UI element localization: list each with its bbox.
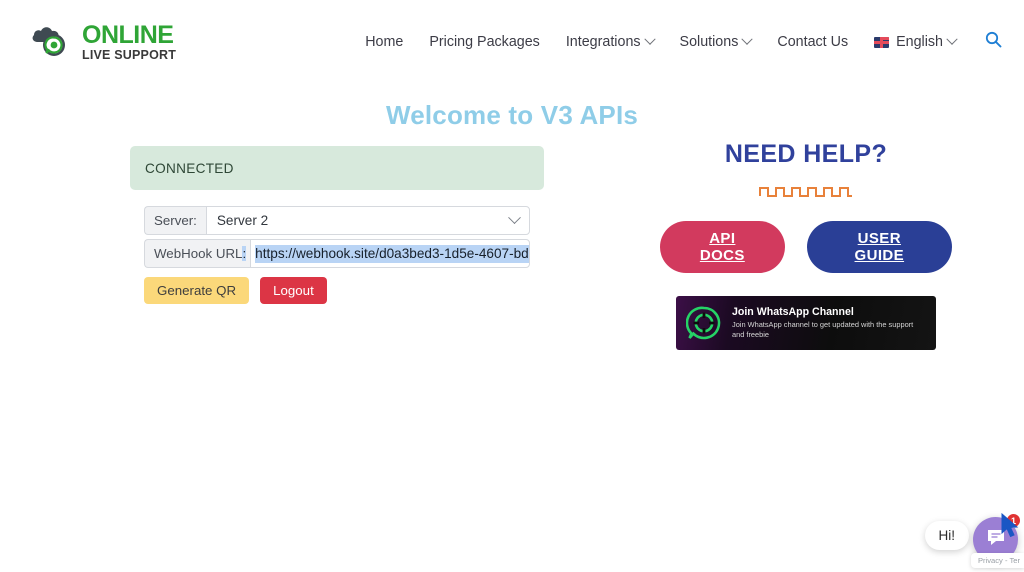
nav-item-integrations[interactable]: Integrations (553, 33, 667, 50)
whatsapp-banner-text: Join WhatsApp Channel Join WhatsApp chan… (732, 306, 926, 341)
chevron-down-icon (741, 33, 754, 45)
api-docs-button[interactable]: API DOCS (660, 221, 785, 273)
nav-label: Contact Us (777, 34, 849, 50)
connection-form: Server: Server 2 WebHook URL: https://we… (144, 206, 544, 305)
server-label: Server: (144, 206, 206, 235)
logout-button[interactable]: Logout (260, 277, 327, 305)
recaptcha-privacy-note[interactable]: Privacy - Ter (970, 553, 1024, 568)
server-select-value: Server 2 (216, 213, 269, 228)
need-help-panel: NEED HELP? API DOCS USER GUIDE Join What… (660, 140, 952, 350)
webhook-url-value: https://webhook.site/d0a3bed3-1d5e-4607-… (255, 244, 529, 263)
site-logo[interactable]: ONLINE LIVE SUPPORT (30, 22, 176, 62)
chevron-down-icon (643, 33, 656, 45)
need-help-heading: NEED HELP? (724, 140, 888, 168)
connection-status-badge: CONNECTED (130, 146, 544, 190)
nav-label: English (896, 34, 943, 50)
whatsapp-channel-banner[interactable]: Join WhatsApp Channel Join WhatsApp chan… (676, 296, 936, 350)
square-wave-divider-icon (758, 183, 854, 199)
nav-label: Home (365, 34, 404, 50)
nav-label: Integrations (565, 34, 641, 50)
whatsapp-banner-title: Join WhatsApp Channel (732, 305, 854, 318)
generate-qr-button[interactable]: Generate QR (144, 277, 250, 305)
webhook-url-input[interactable]: https://webhook.site/d0a3bed3-1d5e-4607-… (250, 239, 530, 268)
site-header: ONLINE LIVE SUPPORT Home Pricing Package… (0, 0, 1024, 84)
mouse-cursor-icon (1000, 512, 1022, 544)
nav-label: Solutions (679, 34, 739, 50)
whatsapp-banner-subtitle: Join WhatsApp channel to get updated wit… (732, 320, 914, 340)
nav-item-contact-us[interactable]: Contact Us (764, 34, 861, 50)
cloud-chat-logo-icon (30, 22, 76, 62)
status-badge-label: CONNECTED (145, 160, 234, 176)
whatsapp-icon (685, 305, 722, 341)
primary-navigation: Home Pricing Packages Integrations Solut… (352, 0, 1012, 84)
logo-wordmark: ONLINE LIVE SUPPORT (82, 20, 177, 62)
search-icon (985, 31, 1002, 53)
chevron-down-icon (508, 211, 521, 225)
chat-greeting-bubble[interactable]: Hi! (924, 521, 969, 550)
server-select[interactable]: Server 2 (205, 206, 530, 235)
server-select-row: Server: Server 2 (144, 206, 530, 235)
logo-line-primary: ONLINE (82, 20, 174, 49)
page-root: ONLINE LIVE SUPPORT Home Pricing Package… (0, 0, 1024, 572)
webhook-url-label-text: WebHook URL (154, 246, 243, 261)
nav-item-pricing-packages[interactable]: Pricing Packages (416, 34, 552, 50)
uk-flag-icon (874, 36, 890, 48)
user-guide-button[interactable]: USER GUIDE (806, 221, 952, 273)
logo-line-secondary: LIVE SUPPORT (82, 47, 177, 62)
help-button-group: API DOCS USER GUIDE (660, 221, 952, 273)
webhook-url-label: WebHook URL: (144, 239, 251, 268)
api-connection-panel: CONNECTED Server: Server 2 WebHook URL: … (130, 146, 544, 305)
webhook-url-label-colon: : (242, 246, 247, 261)
nav-item-solutions[interactable]: Solutions (667, 33, 765, 50)
nav-item-language-switcher[interactable]: English (861, 33, 969, 50)
nav-label: Pricing Packages (429, 34, 540, 50)
webhook-url-row: WebHook URL: https://webhook.site/d0a3be… (144, 239, 530, 268)
nav-item-home[interactable]: Home (352, 34, 416, 50)
page-title: Welcome to V3 APIs (385, 100, 639, 130)
search-button[interactable] (969, 31, 1012, 53)
action-buttons: Generate QR Logout (144, 277, 544, 305)
chevron-down-icon (946, 33, 958, 45)
